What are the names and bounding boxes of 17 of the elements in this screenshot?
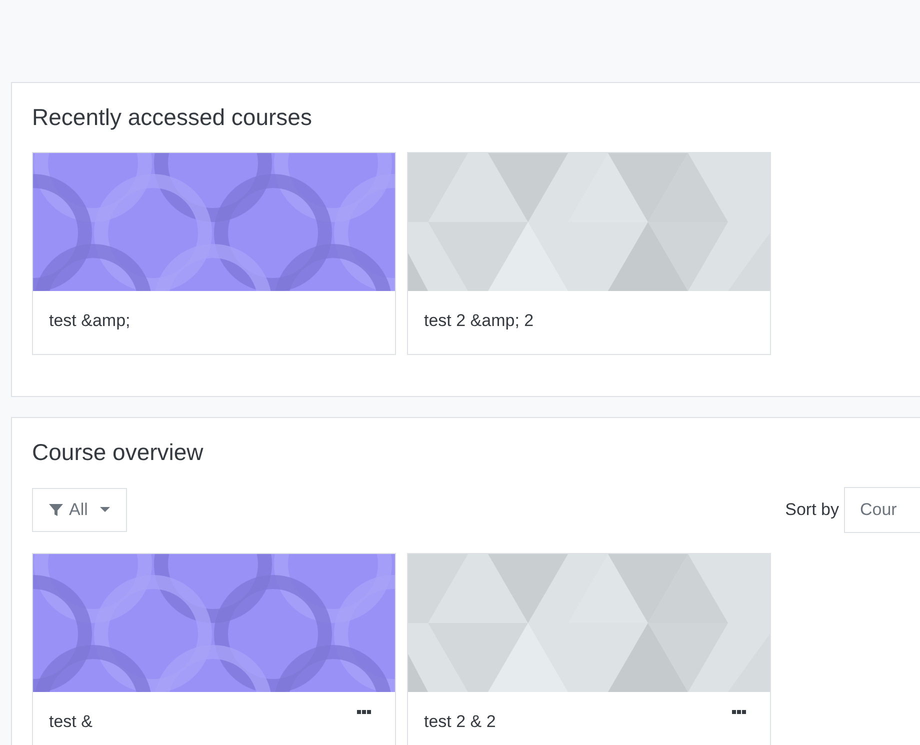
course-card[interactable]: test & bbox=[32, 553, 396, 745]
sort-label: Sort by bbox=[785, 500, 839, 520]
filter-dropdown[interactable]: All bbox=[32, 488, 127, 532]
course-name[interactable]: test 2 &amp; 2 bbox=[424, 307, 534, 334]
course-card[interactable]: test 2 & 2 bbox=[407, 553, 771, 745]
sort-select[interactable]: Cour bbox=[844, 487, 920, 533]
course-name[interactable]: test &amp; bbox=[49, 307, 130, 334]
course-name[interactable]: test & bbox=[49, 708, 92, 735]
more-icon[interactable] bbox=[357, 710, 371, 714]
course-card[interactable]: test 2 &amp; 2 bbox=[407, 152, 771, 355]
course-card[interactable]: test &amp; bbox=[32, 152, 396, 355]
section-title: Recently accessed courses bbox=[32, 103, 313, 132]
more-icon[interactable] bbox=[732, 710, 746, 714]
filter-icon bbox=[49, 503, 63, 517]
caret-icon bbox=[100, 507, 110, 513]
course-name[interactable]: test 2 & 2 bbox=[424, 708, 496, 735]
section-title: Course overview bbox=[32, 438, 204, 467]
